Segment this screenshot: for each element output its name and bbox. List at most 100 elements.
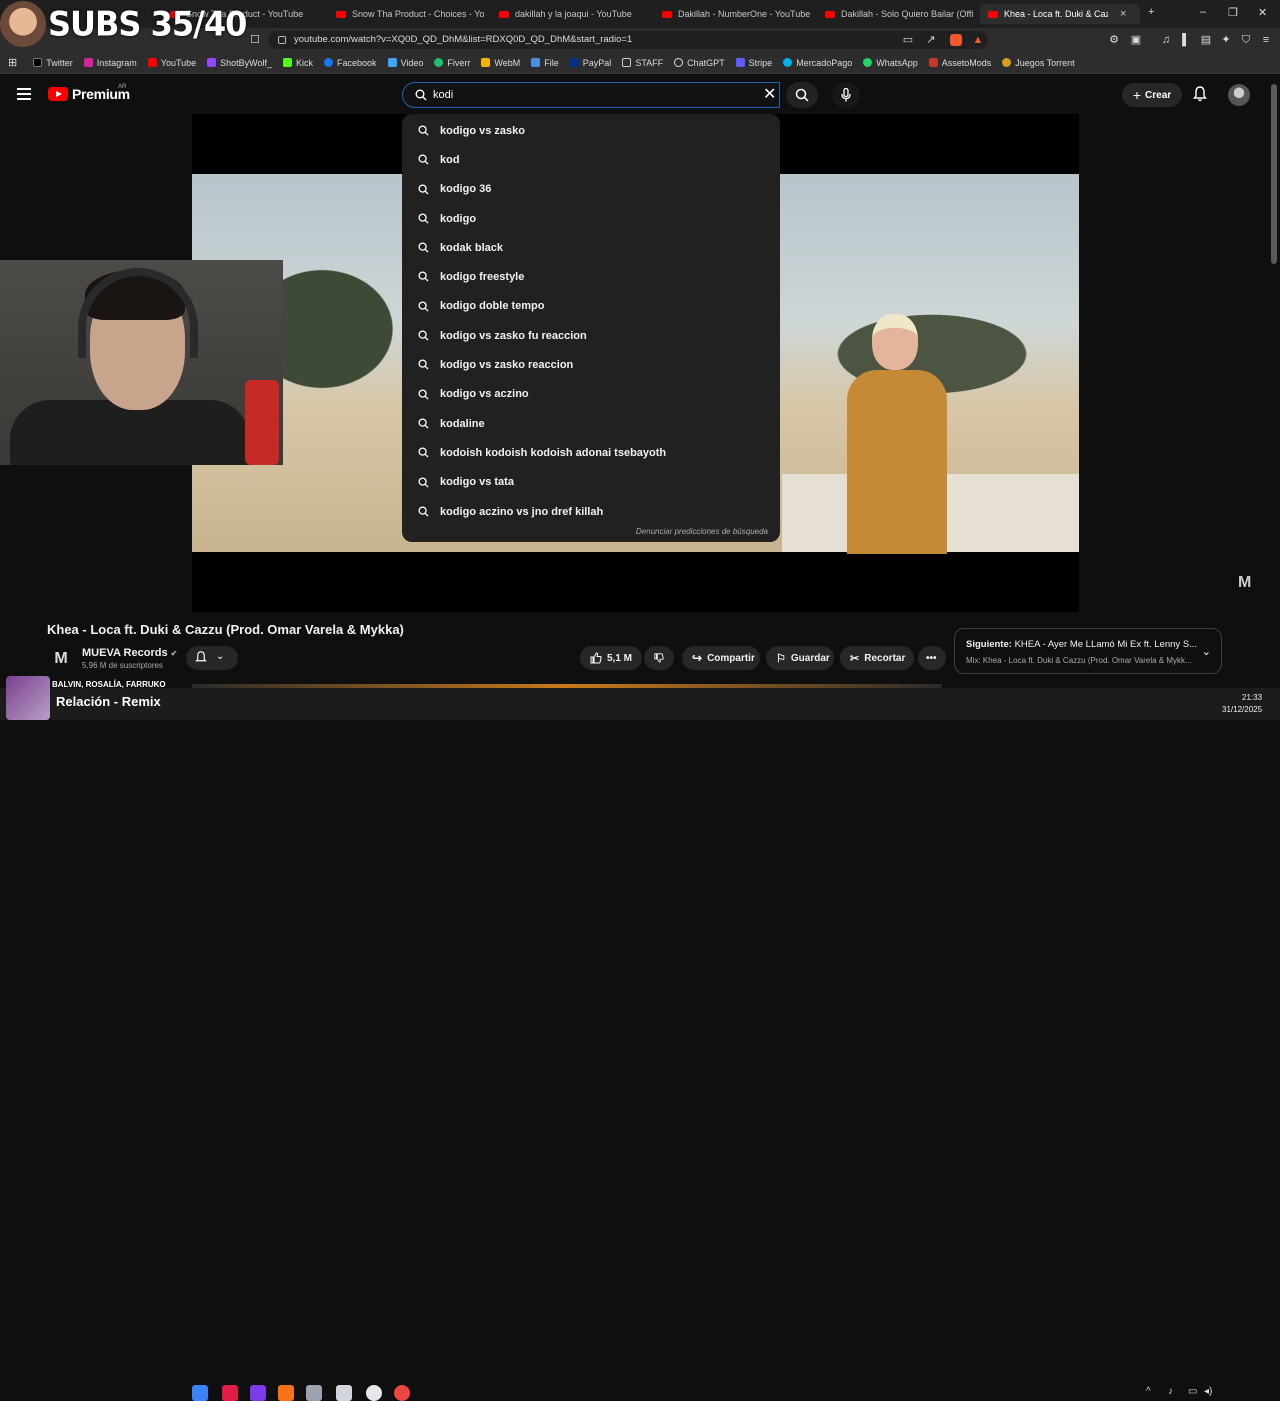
channel-watermark-icon[interactable]: M: [1238, 574, 1251, 592]
network-icon[interactable]: ▭: [1188, 1386, 1197, 1397]
search-button[interactable]: [786, 82, 818, 108]
share-button[interactable]: ↪ Compartir: [682, 646, 760, 670]
page-scrollbar[interactable]: [1270, 78, 1278, 678]
thumbs-down-icon: [654, 653, 664, 663]
bookmark-item[interactable]: Video: [387, 58, 423, 68]
cast-icon[interactable]: ▭: [902, 34, 914, 46]
search-suggestion[interactable]: kodigo vs zasko fu reaccion: [402, 321, 780, 350]
tray-overflow-icon[interactable]: ^: [1146, 1386, 1151, 1397]
bookmark-item[interactable]: STAFF: [622, 58, 663, 68]
taskbar-app-icon[interactable]: [394, 1385, 410, 1401]
close-window-icon[interactable]: ✕: [1258, 6, 1267, 19]
menu-icon[interactable]: ≡: [1260, 34, 1272, 46]
apps-grid-icon[interactable]: ⊞: [8, 56, 17, 69]
extensions-icon[interactable]: ⚙: [1108, 34, 1120, 46]
search-suggestion[interactable]: kodaline: [402, 409, 780, 438]
sidebar-icon[interactable]: ▌: [1180, 34, 1192, 46]
browser-tab-active[interactable]: Khea - Loca ft. Duki & Cazzu×: [980, 4, 1140, 24]
search-input[interactable]: [433, 86, 733, 104]
taskbar-clock[interactable]: 21:33 31/12/2025: [1222, 692, 1262, 716]
browser-tab[interactable]: Dakillah - NumberOne - YouTube: [662, 4, 810, 24]
search-suggestion[interactable]: kodigo vs zasko reaccion: [402, 350, 780, 379]
bookmark-item[interactable]: Stripe: [735, 58, 772, 68]
microphone-tray-icon[interactable]: ♪: [1168, 1386, 1173, 1397]
close-tab-icon[interactable]: ×: [1120, 8, 1126, 20]
scrollbar-thumb[interactable]: [1271, 84, 1277, 264]
subscription-bell-button[interactable]: ⌄: [186, 646, 238, 670]
account-avatar[interactable]: [1228, 84, 1250, 106]
share-icon[interactable]: ↗: [925, 34, 937, 46]
search-suggestion[interactable]: kodigo: [402, 204, 780, 233]
search-suggestion[interactable]: kodigo vs aczino: [402, 380, 780, 409]
wallet-icon[interactable]: ▣: [1130, 34, 1142, 46]
search-suggestion[interactable]: kodigo vs zasko: [402, 116, 780, 145]
facebook-icon: [324, 58, 334, 67]
bookmark-item[interactable]: YouTube: [147, 58, 196, 68]
wallet2-icon[interactable]: ▤: [1200, 34, 1212, 46]
volume-icon[interactable]: ◂): [1204, 1386, 1212, 1397]
search-suggestions-dropdown: kodigo vs zasko kod kodigo 36 kodigo kod…: [402, 114, 780, 542]
search-suggestion[interactable]: kodak black: [402, 233, 780, 262]
up-next-card[interactable]: Siguiente: KHEA - Ayer Me LLamó Mi Ex ft…: [954, 628, 1222, 674]
video-icon: [387, 58, 397, 67]
bookmark-item[interactable]: ShotByWolf_: [207, 58, 272, 68]
more-actions-button[interactable]: •••: [918, 646, 946, 670]
vpn-shield-icon[interactable]: ⛉: [1240, 34, 1252, 46]
save-button[interactable]: ⚐ Guardar: [766, 646, 834, 670]
search-suggestion[interactable]: kod: [402, 145, 780, 174]
brave-shield-icon[interactable]: [950, 34, 962, 46]
taskbar-app-icon[interactable]: [306, 1385, 322, 1401]
maximize-icon[interactable]: ❐: [1228, 6, 1238, 19]
notifications-bell-icon[interactable]: [1193, 86, 1207, 107]
expand-chevron-icon[interactable]: ⌄: [1202, 645, 1211, 658]
url-field[interactable]: youtube.com/watch?v=XQ0D_QD_DhM&list=RDX…: [268, 31, 988, 49]
like-button[interactable]: 5,1 M: [580, 646, 642, 670]
hamburger-menu-icon[interactable]: [17, 88, 31, 100]
bookmark-item[interactable]: WhatsApp: [863, 58, 918, 68]
bookmark-item[interactable]: MercadoPago: [783, 58, 852, 68]
dislike-button[interactable]: [644, 646, 674, 670]
taskbar-app-icon[interactable]: [366, 1385, 382, 1401]
rewards-icon[interactable]: ▲: [972, 34, 984, 46]
search-suggestion[interactable]: kodigo aczino vs jno dref killah: [402, 497, 780, 526]
leo-ai-icon[interactable]: ✦: [1220, 34, 1232, 46]
bookmark-item[interactable]: PayPal: [569, 58, 611, 68]
taskbar-app-icon[interactable]: [250, 1385, 266, 1401]
bookmark-item[interactable]: Twitter: [33, 58, 73, 68]
new-tab-icon[interactable]: +: [1148, 6, 1154, 18]
voice-search-button[interactable]: [832, 82, 860, 108]
clear-search-icon[interactable]: ✕: [763, 87, 776, 103]
bookmark-item[interactable]: Fiverr: [434, 58, 470, 68]
report-predictions-link[interactable]: Denunciar predicciones de búsqueda: [636, 527, 768, 536]
bookmark-item[interactable]: Facebook: [324, 58, 377, 68]
browser-tab[interactable]: dakillah y la joaqui - YouTube: [499, 4, 647, 24]
browser-tab[interactable]: Dakillah - Solo Quiero Bailar (Official: [825, 4, 973, 24]
bookmark-item[interactable]: Juegos Torrent: [1002, 58, 1075, 68]
taskbar-app-icon[interactable]: [192, 1385, 208, 1401]
browser-tab[interactable]: Snow Tha Product - Choices - YouTu: [336, 4, 484, 24]
taskbar-app-icon[interactable]: [278, 1385, 294, 1401]
clip-button[interactable]: ✂ Recortar: [840, 646, 914, 670]
bookmark-item[interactable]: WebM: [481, 58, 520, 68]
channel-avatar[interactable]: M: [47, 646, 75, 672]
search-suggestion[interactable]: kodigo vs tata: [402, 468, 780, 497]
minimize-icon[interactable]: –: [1200, 6, 1206, 18]
bookmark-item[interactable]: File: [531, 58, 559, 68]
search-suggestion[interactable]: kodigo doble tempo: [402, 292, 780, 321]
channel-name[interactable]: MUEVA Records ✔: [82, 647, 177, 659]
media-icon[interactable]: ♫: [1160, 34, 1172, 46]
search-suggestion[interactable]: kodigo freestyle: [402, 262, 780, 291]
youtube-premium-logo[interactable]: Premium AR: [48, 84, 130, 102]
search-suggestion[interactable]: kodigo 36: [402, 175, 780, 204]
bookmark-item[interactable]: ChatGPT: [674, 58, 725, 68]
bookmark-item[interactable]: AssetoMods: [928, 58, 991, 68]
bookmark-item[interactable]: Kick: [283, 58, 313, 68]
create-button[interactable]: + Crear: [1122, 83, 1182, 107]
taskbar-app-icon[interactable]: [336, 1385, 352, 1401]
bookmark-icon[interactable]: ☐: [249, 34, 261, 46]
search-suggestion[interactable]: kodoish kodoish kodoish adonai tsebayoth: [402, 438, 780, 467]
site-info-icon[interactable]: [278, 36, 286, 44]
bookmarks-bar: ⊞ Twitter Instagram YouTube ShotByWolf_ …: [0, 52, 1280, 74]
bookmark-item[interactable]: Instagram: [83, 58, 137, 68]
taskbar-app-icon[interactable]: [222, 1385, 238, 1401]
